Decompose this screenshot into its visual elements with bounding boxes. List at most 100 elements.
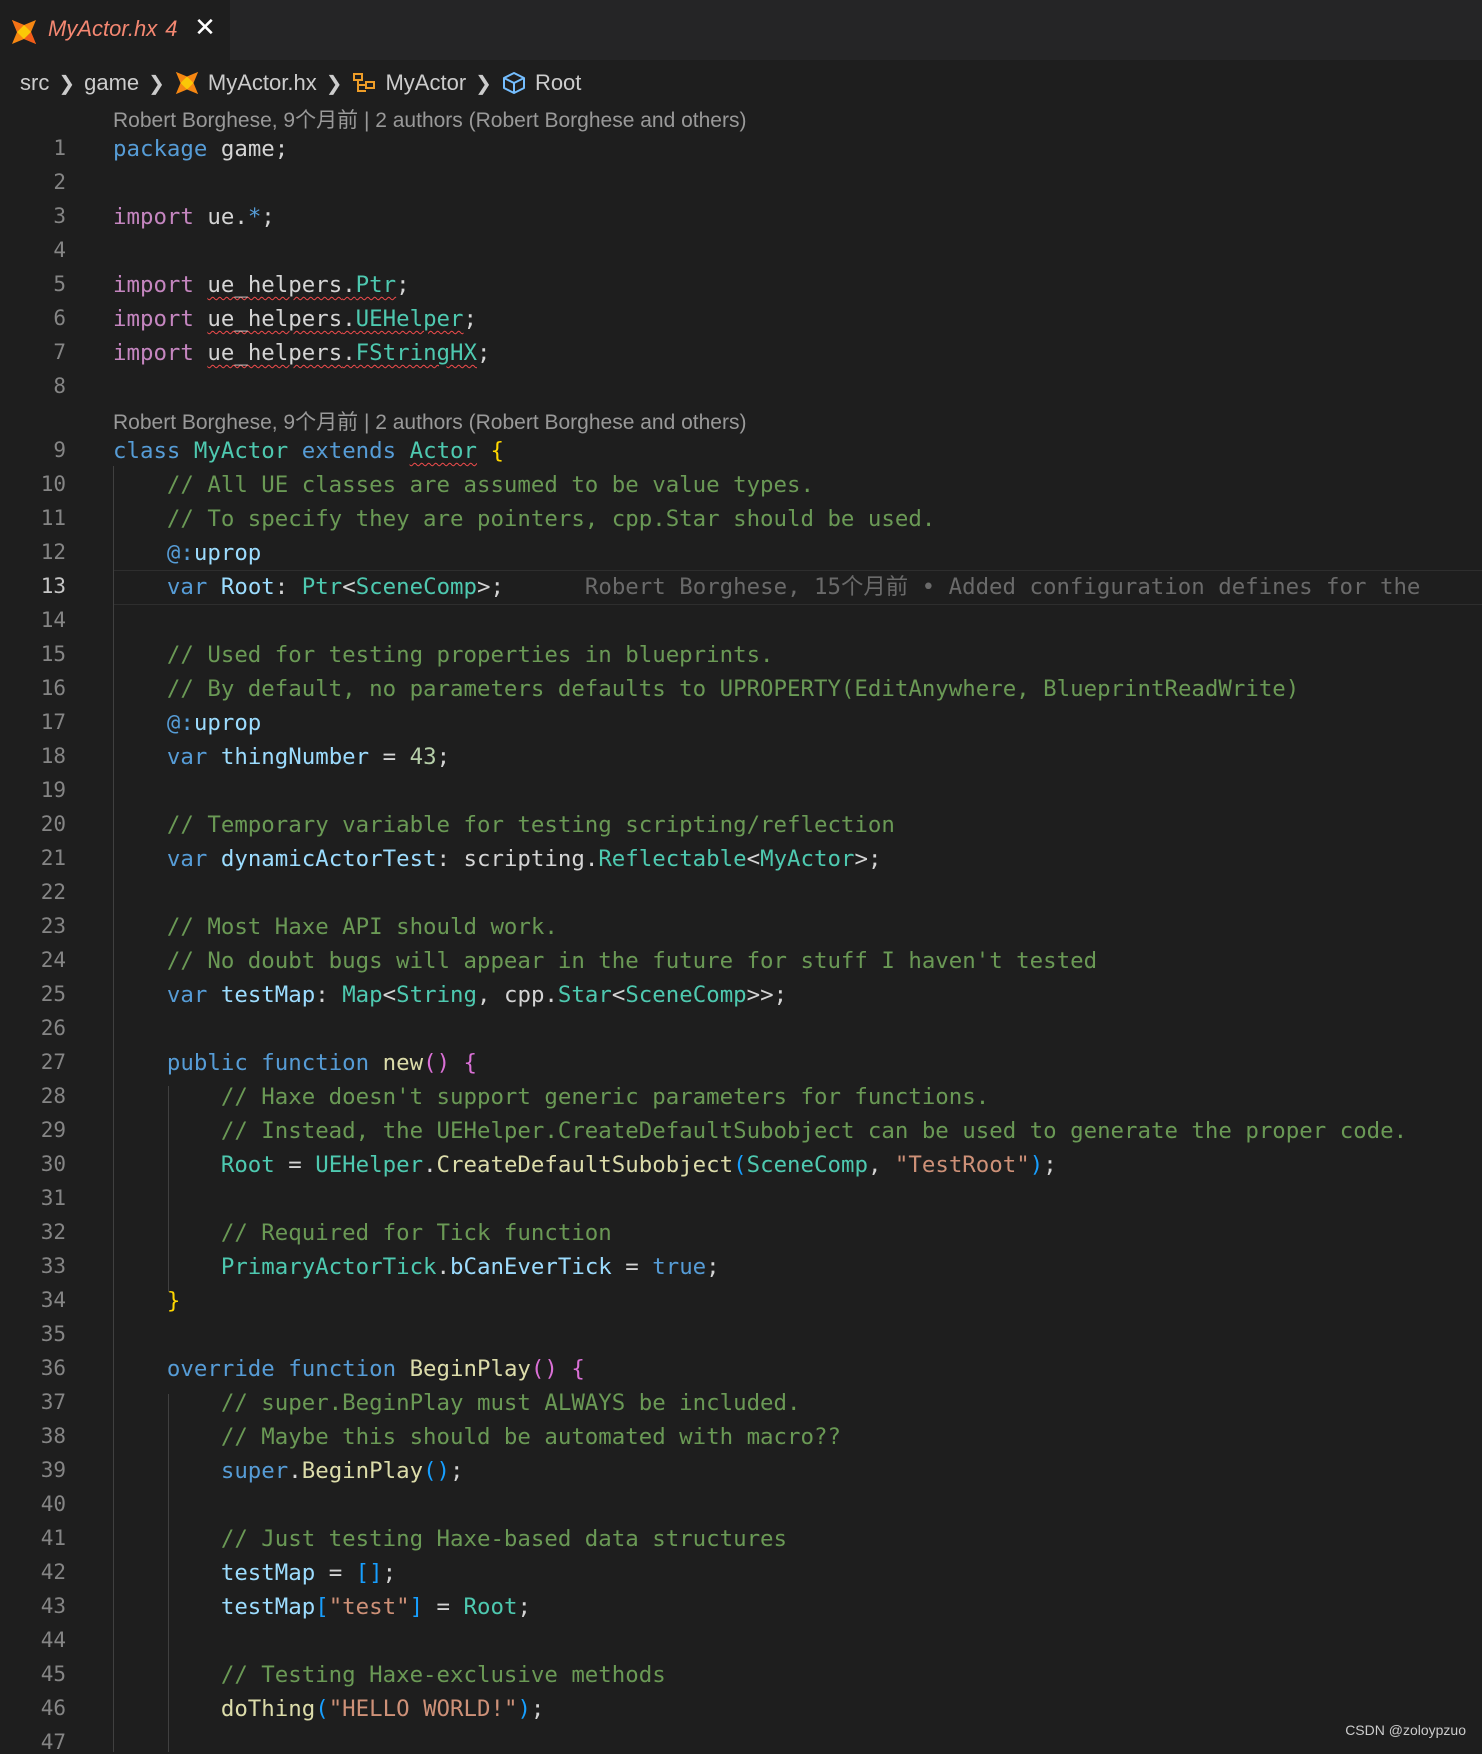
code-line[interactable]: var thingNumber = 43; <box>113 740 450 774</box>
line-number: 43 <box>40 1594 66 1618</box>
tab-title: MyActor.hx 4 <box>48 16 178 41</box>
code-line[interactable]: override function BeginPlay() { <box>113 1352 585 1386</box>
class-icon <box>353 73 376 92</box>
code-line[interactable]: // Maybe this should be automated with m… <box>113 1420 841 1454</box>
line-number: 12 <box>40 540 66 564</box>
line-number: 27 <box>40 1050 66 1074</box>
code-line[interactable]: @:uprop <box>113 536 261 570</box>
line-number: 25 <box>40 982 66 1006</box>
line-number: 47 <box>40 1730 66 1754</box>
line-number: 6 <box>53 306 66 330</box>
code-line[interactable]: super.BeginPlay(); <box>113 1454 464 1488</box>
line-number: 46 <box>40 1696 66 1720</box>
code-line[interactable]: // Used for testing properties in bluepr… <box>113 638 774 672</box>
line-number: 40 <box>40 1492 66 1516</box>
breadcrumb-game[interactable]: game <box>84 70 139 96</box>
code-line[interactable]: // All UE classes are assumed to be valu… <box>113 468 814 502</box>
line-number: 41 <box>40 1526 66 1550</box>
line-number: 23 <box>40 914 66 938</box>
breadcrumb-class[interactable]: MyActor <box>351 70 466 96</box>
line-number: 32 <box>40 1220 66 1244</box>
line-number: 15 <box>40 642 66 666</box>
tab-bar: MyActor.hx 4 ✕ <box>0 0 1482 62</box>
code-line[interactable]: import ue_helpers.UEHelper; <box>113 302 477 336</box>
code-line[interactable]: var testMap: Map<String, cpp.Star<SceneC… <box>113 978 787 1012</box>
chevron-right-icon: ❯ <box>475 72 492 95</box>
code-line[interactable]: package game; <box>113 132 288 166</box>
line-number: 5 <box>53 272 66 296</box>
code-line[interactable]: Root = UEHelper.CreateDefaultSubobject(S… <box>113 1148 1057 1182</box>
breadcrumb-file-label: MyActor.hx <box>207 70 317 95</box>
code-line[interactable]: // To specify they are pointers, cpp.Sta… <box>113 502 935 536</box>
line-number: 20 <box>40 812 66 836</box>
code-line[interactable]: // No doubt bugs will appear in the futu… <box>113 944 1097 978</box>
code-line[interactable]: testMap["test"] = Root; <box>113 1590 531 1624</box>
code-line[interactable]: // Testing Haxe-exclusive methods <box>113 1658 666 1692</box>
git-blame-class-header[interactable]: Robert Borghese, 9个月前 | 2 authors (Rober… <box>113 406 746 436</box>
line-number: 2 <box>53 170 66 194</box>
line-number-active: 13 <box>40 574 66 598</box>
code-line[interactable]: // Required for Tick function <box>113 1216 612 1250</box>
line-number: 22 <box>40 880 66 904</box>
code-line[interactable]: // super.BeginPlay must ALWAYS be includ… <box>113 1386 801 1420</box>
line-number: 35 <box>40 1322 66 1346</box>
code-line[interactable]: } <box>113 1284 180 1318</box>
field-cube-icon <box>502 72 525 94</box>
line-number: 9 <box>53 438 66 462</box>
tab-myactor[interactable]: MyActor.hx 4 ✕ <box>0 0 230 62</box>
breadcrumb: src ❯ game ❯ MyActor.hx ❯ MyActor ❯ Root <box>20 68 581 98</box>
chevron-right-icon: ❯ <box>148 72 165 95</box>
code-line[interactable]: @:uprop <box>113 706 261 740</box>
code-line[interactable]: testMap = []; <box>113 1556 396 1590</box>
line-number: 45 <box>40 1662 66 1686</box>
breadcrumb-file[interactable]: MyActor.hx <box>174 70 317 96</box>
line-number: 31 <box>40 1186 66 1210</box>
line-number: 36 <box>40 1356 66 1380</box>
line-number: 26 <box>40 1016 66 1040</box>
breadcrumb-class-label: MyActor <box>385 70 467 95</box>
code-line[interactable]: // Most Haxe API should work. <box>113 910 558 944</box>
code-line[interactable]: // Just testing Haxe-based data structur… <box>113 1522 787 1556</box>
git-blame-inline[interactable]: Robert Borghese, 15个月前 • Added configura… <box>504 574 1421 600</box>
breadcrumb-field-label: Root <box>534 70 582 95</box>
line-number: 44 <box>40 1628 66 1652</box>
close-icon[interactable]: ✕ <box>192 14 218 40</box>
code-line-active[interactable]: var Root: Ptr<SceneComp>; Robert Borghes… <box>113 570 1421 604</box>
line-number: 30 <box>40 1152 66 1176</box>
code-line[interactable]: // Temporary variable for testing script… <box>113 808 895 842</box>
haxe-file-icon <box>175 71 199 95</box>
code-line[interactable]: var dynamicActorTest: scripting.Reflecta… <box>113 842 882 876</box>
line-number: 42 <box>40 1560 66 1584</box>
line-number: 8 <box>53 374 66 398</box>
line-number: 11 <box>40 506 66 530</box>
line-number: 33 <box>40 1254 66 1278</box>
breadcrumb-field[interactable]: Root <box>501 70 581 96</box>
breadcrumb-src[interactable]: src <box>20 70 49 96</box>
code-line[interactable]: // By default, no parameters defaults to… <box>113 672 1299 706</box>
line-number: 21 <box>40 846 66 870</box>
line-number: 14 <box>40 608 66 632</box>
line-number: 16 <box>40 676 66 700</box>
line-number: 39 <box>40 1458 66 1482</box>
code-line[interactable]: // Instead, the UEHelper.CreateDefaultSu… <box>113 1114 1407 1148</box>
line-number: 28 <box>40 1084 66 1108</box>
chevron-right-icon: ❯ <box>58 72 76 95</box>
line-number: 10 <box>40 472 66 496</box>
line-number: 1 <box>53 136 66 160</box>
code-line[interactable]: import ue.*; <box>113 200 275 234</box>
line-number: 38 <box>40 1424 66 1448</box>
line-number: 18 <box>40 744 66 768</box>
line-number: 19 <box>40 778 66 802</box>
code-line[interactable]: doThing("HELLO WORLD!"); <box>113 1692 545 1726</box>
line-number: 24 <box>40 948 66 972</box>
code-line[interactable]: import ue_helpers.FStringHX; <box>113 336 490 370</box>
problem-count: 4 <box>165 16 178 41</box>
line-number: 17 <box>40 710 66 734</box>
git-blame-header[interactable]: Robert Borghese, 9个月前 | 2 authors (Rober… <box>113 104 746 134</box>
code-line[interactable]: public function new() { <box>113 1046 477 1080</box>
code-line[interactable]: import ue_helpers.Ptr; <box>113 268 410 302</box>
code-line[interactable]: class MyActor extends Actor { <box>113 434 504 468</box>
code-line[interactable]: PrimaryActorTick.bCanEverTick = true; <box>113 1250 720 1284</box>
line-number: 37 <box>40 1390 66 1414</box>
code-line[interactable]: // Haxe doesn't support generic paramete… <box>113 1080 989 1114</box>
